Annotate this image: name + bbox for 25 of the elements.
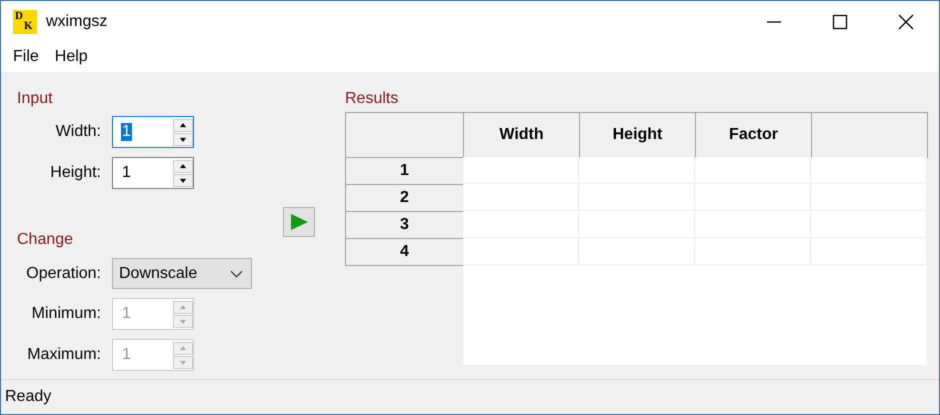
operation-dropdown[interactable]: Downscale [112,258,252,289]
menu-item[interactable]: File [5,48,47,66]
run-button[interactable] [283,207,315,237]
play-icon [289,212,309,232]
column-header[interactable] [811,112,928,158]
field-label: Width: [54,123,101,141]
field-label: Maximum: [26,346,101,364]
menu-item[interactable]: Help [46,48,96,66]
field-value: 1 [121,305,132,323]
section-heading: Input [17,90,53,108]
field-label: Operation: [25,264,101,282]
row-header[interactable]: 4 [345,238,464,266]
status-text: Ready [5,388,52,406]
field-label: Minimum: [30,305,101,323]
field-value: 1 [121,346,132,364]
field-label: Height: [49,164,101,182]
chevron-icon [230,270,243,278]
window-title: wximgsz [46,12,108,30]
section-heading: Change [17,231,74,249]
spin-field[interactable]: 1 [112,116,194,148]
section-heading: Results [345,90,398,108]
field-value: 1 [121,123,132,141]
field-value: 1 [121,164,132,182]
spin-field[interactable]: 1 [112,157,194,189]
app-logo: D K [13,10,37,34]
